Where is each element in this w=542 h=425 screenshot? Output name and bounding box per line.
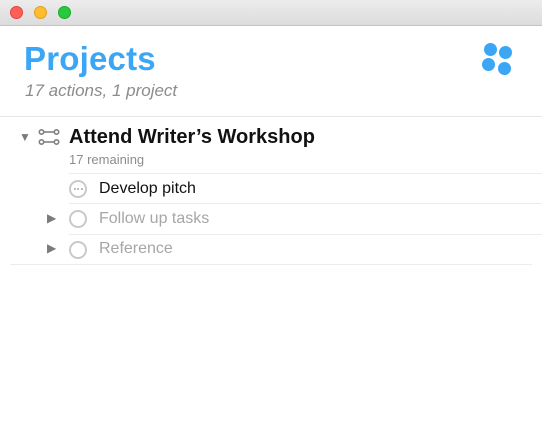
page-title: Projects <box>24 40 156 77</box>
row-divider <box>69 173 542 174</box>
project-title[interactable]: Attend Writer’s Workshop <box>69 126 315 149</box>
window-titlebar <box>0 0 542 26</box>
header-divider <box>0 116 542 117</box>
status-circle-icon[interactable] <box>69 241 87 259</box>
status-in-progress-icon[interactable] <box>69 180 87 198</box>
sequential-project-icon <box>38 129 60 145</box>
expand-chevron-down-icon[interactable]: ▼ <box>19 131 31 143</box>
list-item-label[interactable]: Reference <box>99 240 173 258</box>
list-item-label[interactable]: Develop pitch <box>99 180 196 198</box>
row-divider <box>69 203 542 204</box>
four-dots-perspective-icon[interactable] <box>482 42 514 76</box>
zoom-window-button[interactable] <box>58 6 71 19</box>
expand-chevron-right-icon[interactable]: ▶ <box>47 212 56 224</box>
project-remaining-count: 17 remaining <box>69 152 145 167</box>
minimize-window-button[interactable] <box>34 6 47 19</box>
status-circle-icon[interactable] <box>69 210 87 228</box>
row-divider <box>10 264 532 265</box>
row-divider <box>69 234 542 235</box>
page-subtitle: 17 actions, 1 project <box>25 81 178 100</box>
close-window-button[interactable] <box>10 6 23 19</box>
list-item-label[interactable]: Follow up tasks <box>99 210 209 228</box>
expand-chevron-right-icon[interactable]: ▶ <box>47 242 56 254</box>
